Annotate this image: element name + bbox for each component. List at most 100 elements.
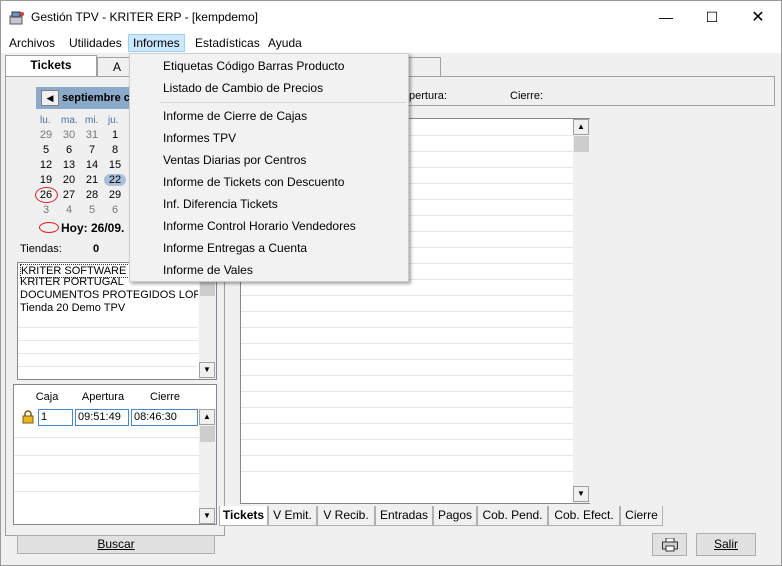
calendar-day[interactable]: 27 [58,189,80,201]
scroll-up-button[interactable]: ▲ [199,409,215,425]
tickets-list-scrollbar[interactable]: ▲ ▼ [573,119,590,503]
row-divider [241,343,573,344]
calendar-day[interactable]: 19 [35,174,57,186]
caja-grid: Caja Apertura Cierre 1 09:51:49 08:46:30… [13,384,217,525]
tab-entradas[interactable]: Entradas [375,506,433,526]
row-divider [241,391,573,392]
calendar-day[interactable]: 28 [81,189,103,201]
maximize-icon: ☐ [705,8,719,25]
tab-v-recib[interactable]: V Recib. [317,506,375,526]
buscar-button[interactable]: Buscar [17,535,215,554]
maximize-button[interactable]: ☐ [689,1,735,33]
row-divider [14,491,199,492]
row-divider [241,295,573,296]
scroll-thumb[interactable] [200,280,215,296]
calendar-day[interactable]: 20 [58,174,80,186]
menu-informes[interactable]: Informes [128,34,185,52]
row-divider [241,407,573,408]
calendar-day-selected[interactable]: 22 [104,174,126,186]
caja-grid-scrollbar[interactable]: ▲ ▼ [199,409,216,524]
menu-estadisticas[interactable]: Estadísticas [190,34,265,52]
tab-tickets[interactable]: Tickets [5,55,97,77]
calendar-today[interactable]: Hoy: 26/09. [61,221,124,235]
calendar-day[interactable]: 29 [35,129,57,141]
tab-cierre[interactable]: Cierre [620,506,663,526]
menu-item-etiquetas[interactable]: Etiquetas Código Barras Producto [131,55,407,77]
menu-archivos[interactable]: Archivos [4,34,60,52]
row-divider [241,327,573,328]
menu-item-entregas-cuenta[interactable]: Informe Entregas a Cuenta [131,237,407,259]
caja-cell[interactable]: 1 [38,409,73,426]
tiendas-label: Tiendas: [20,243,62,255]
menu-item-diferencia-tickets[interactable]: Inf. Diferencia Tickets [131,193,407,215]
calendar-day[interactable]: 3 [35,204,57,216]
row-divider [18,353,198,354]
row-divider [18,366,198,367]
scroll-thumb[interactable] [574,136,589,152]
arrow-down-icon: ▼ [577,489,585,498]
calendar-day[interactable]: 8 [104,144,126,156]
menu-ayuda[interactable]: Ayuda [263,34,307,52]
salir-button[interactable]: Salir [696,533,756,556]
calendar-day[interactable]: 14 [81,159,103,171]
chevron-left-icon: ◀ [46,93,54,103]
calendar-day[interactable]: 21 [81,174,103,186]
tab-cob-efect[interactable]: Cob. Efect. [548,506,620,526]
row-divider [14,437,199,438]
row-divider [241,423,573,424]
menu-item-cierre-cajas[interactable]: Informe de Cierre de Cajas [131,105,407,127]
row-divider [18,327,198,328]
calendar-day[interactable]: 5 [81,204,103,216]
row-divider [14,473,199,474]
calendar-day[interactable]: 30 [58,129,80,141]
lock-icon [22,410,34,424]
cierre-label: Cierre: [510,90,544,102]
main-window: Gestión TPV - KRITER ERP - [kempdemo] — … [0,0,782,566]
tab-v-emit[interactable]: V Emit. [268,506,317,526]
calendar-day[interactable]: 6 [58,144,80,156]
scroll-down-button[interactable]: ▼ [199,362,215,378]
arrow-down-icon: ▼ [203,511,211,520]
tab-tickets-bottom[interactable]: Tickets [219,506,268,526]
close-button[interactable]: ✕ [735,1,781,33]
calendar-prev-button[interactable]: ◀ [41,90,59,106]
minimize-button[interactable]: — [643,1,689,33]
list-item[interactable]: Tienda 20 Demo TPV [20,302,198,314]
calendar-day[interactable]: 13 [58,159,80,171]
calendar-day[interactable]: 4 [58,204,80,216]
calendar-day[interactable]: 6 [104,204,126,216]
print-button[interactable] [652,533,687,556]
tab-cob-pend[interactable]: Cob. Pend. [477,506,548,526]
calendar-day[interactable]: 29 [104,189,126,201]
menu-item-informes-tpv[interactable]: Informes TPV [131,127,407,149]
row-divider [241,375,573,376]
apertura-cell[interactable]: 09:51:49 [75,409,129,426]
calendar-dow: mi. [85,115,99,126]
menu-item-control-horario[interactable]: Informe Control Horario Vendedores [131,215,407,237]
menu-utilidades[interactable]: Utilidades [64,34,127,52]
calendar-day[interactable]: 31 [81,129,103,141]
calendar-day[interactable]: 5 [35,144,57,156]
row-divider [241,455,573,456]
scroll-thumb[interactable] [200,426,215,442]
calendar-day[interactable]: 1 [104,129,126,141]
cierre-cell[interactable]: 08:46:30 [131,409,198,426]
menu-item-vales[interactable]: Informe de Vales [131,259,407,281]
menu-item-listado-precios[interactable]: Listado de Cambio de Precios [131,77,407,99]
list-item[interactable]: DOCUMENTOS PROTEGIDOS LOPI [20,289,198,301]
menu-separator [160,102,406,103]
scroll-down-button[interactable]: ▼ [199,508,215,524]
calendar-day[interactable]: 12 [35,159,57,171]
scroll-down-button[interactable]: ▼ [573,486,589,502]
app-pos-icon [9,11,24,25]
menu-item-ventas-diarias[interactable]: Ventas Diarias por Centros [131,149,407,171]
calendar-day[interactable]: 7 [81,144,103,156]
menu-item-tickets-descuento[interactable]: Informe de Tickets con Descuento [131,171,407,193]
minimize-icon: — [659,9,673,25]
calendar-dow: lu. [40,115,51,126]
scroll-up-button[interactable]: ▲ [573,119,589,135]
today-circle-icon [39,222,59,233]
tiendas-count: 0 [93,243,100,255]
calendar-day[interactable]: 15 [104,159,126,171]
tab-pagos[interactable]: Pagos [433,506,477,526]
